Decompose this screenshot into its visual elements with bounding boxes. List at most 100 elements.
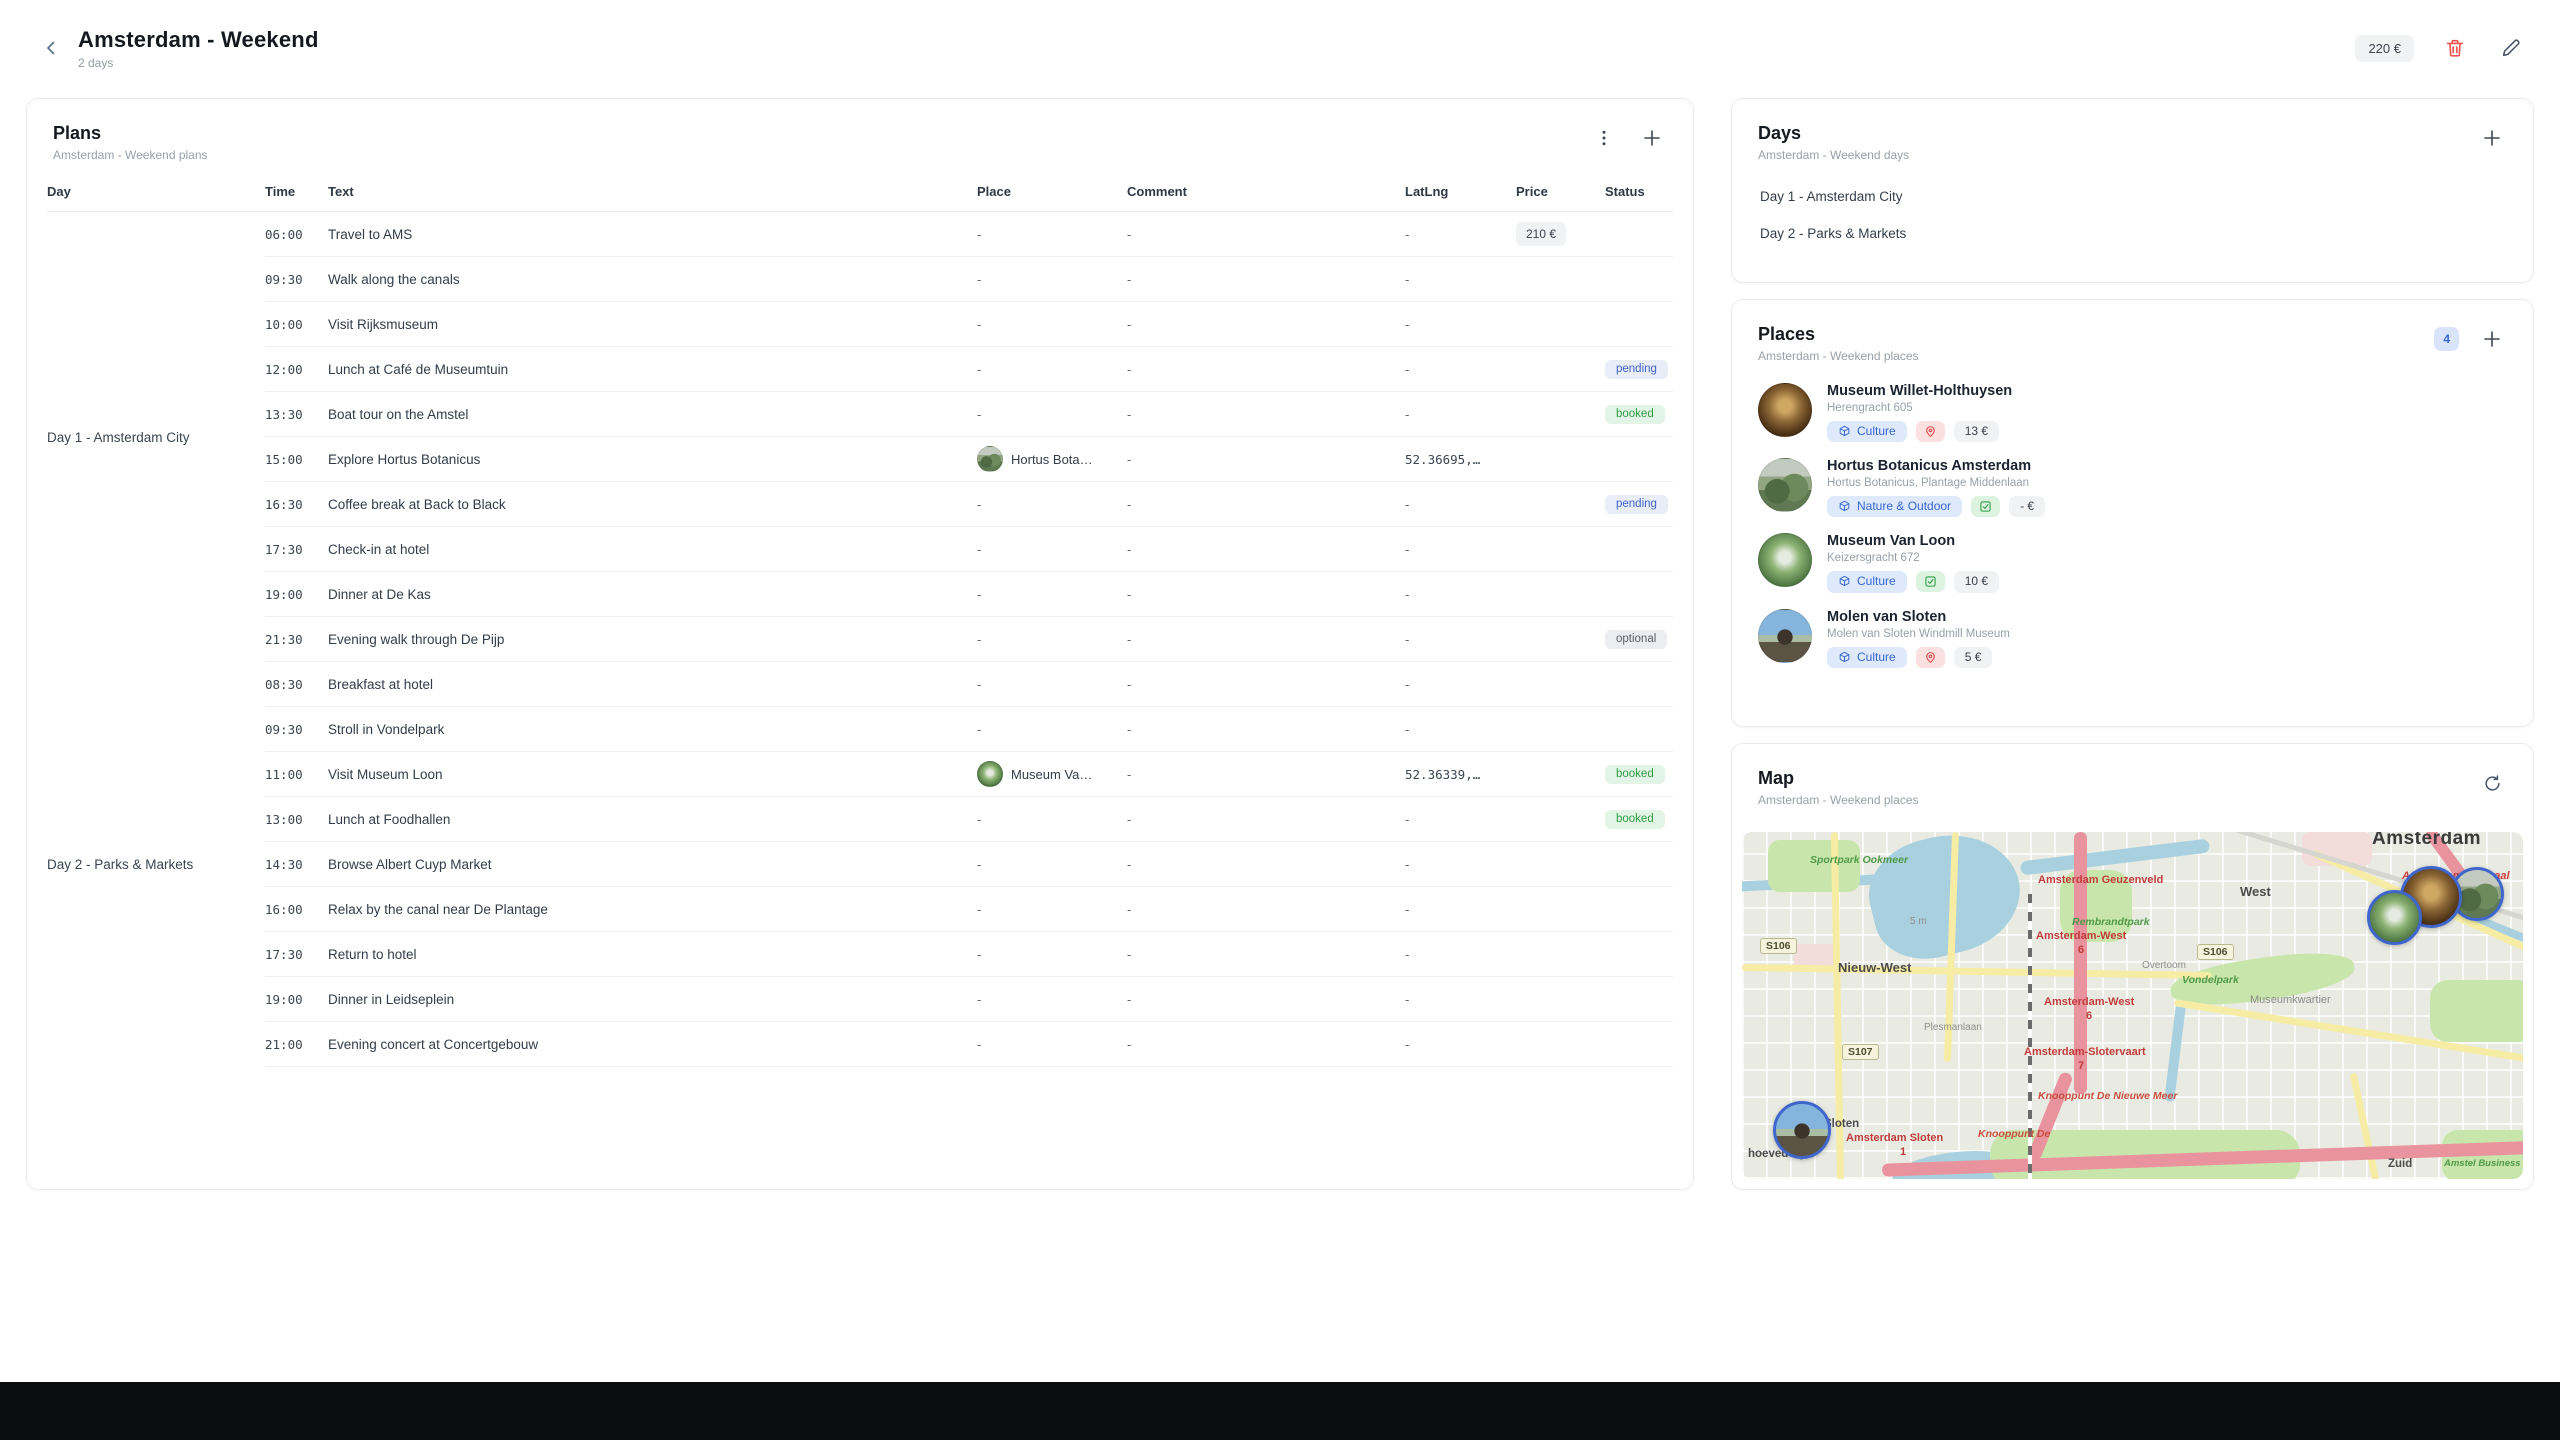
map-label: Amsterdam-West [2036,930,2126,942]
plan-latlng: 52.36339,… [1405,767,1516,782]
plans-menu-button[interactable] [1589,123,1619,153]
plan-row[interactable]: 16:00Relax by the canal near De Plantage… [265,887,1673,932]
add-plan-button[interactable] [1637,123,1667,153]
plan-text: Dinner in Leidseplein [328,992,977,1007]
map-label: 7 [2078,1060,2084,1072]
plan-row[interactable]: 19:00Dinner in Leidseplein--- [265,977,1673,1022]
map-marker-molen[interactable] [1773,1101,1831,1159]
map-label: Amsterdam Geuzenveld [2038,874,2163,886]
map-label: Amsterdam-Slotervaart [2024,1046,2146,1058]
place-list-item[interactable]: Museum Van LoonKeizersgracht 672Culture1… [1758,533,2507,592]
plan-comment: - [1127,902,1405,917]
map-label: Knooppunt De [1978,1128,2050,1140]
plan-row[interactable]: 12:00Lunch at Café de Museumtuin---pendi… [265,347,1673,392]
plan-latlng: - [1405,587,1516,602]
plan-row[interactable]: 06:00Travel to AMS---210 € [265,212,1673,257]
plan-status: pending [1605,494,1673,515]
map-water-sloterplas [1858,832,2032,970]
plan-time: 16:30 [265,497,328,512]
category-cube-icon [1838,651,1851,664]
category-badge: Culture [1827,421,1907,442]
plan-place: - [977,407,1127,422]
plan-place-empty: - [977,902,981,917]
plan-row[interactable]: 19:00Dinner at De Kas--- [265,572,1673,617]
plan-row[interactable]: 13:00Lunch at Foodhallen---booked [265,797,1673,842]
column-header-day: Day [47,184,265,199]
map-label: Amsterdam-West [2044,996,2134,1008]
map-marker-vanloon[interactable] [2367,890,2422,945]
map-label: Plesmanlaan [1924,1022,1982,1033]
place-thumbnail [977,761,1003,787]
visited-badge [1971,496,2000,517]
plan-row[interactable]: 09:30Stroll in Vondelpark--- [265,707,1673,752]
add-day-button[interactable] [2477,123,2507,153]
plan-place: Museum Va… [977,761,1127,787]
plan-row[interactable]: 17:30Return to hotel--- [265,932,1673,977]
plus-icon [2482,329,2502,349]
day-list-item-2[interactable]: Day 2 - Parks & Markets [1746,215,2519,252]
plan-latlng: - [1405,722,1516,737]
plan-comment: - [1127,992,1405,1007]
plans-subtitle: Amsterdam - Weekend plans [53,148,208,162]
plan-latlng: - [1405,902,1516,917]
plan-row[interactable]: 17:30Check-in at hotel--- [265,527,1673,572]
place-list-item[interactable]: Molen van SlotenMolen van Sloten Windmil… [1758,609,2507,668]
plan-row[interactable]: 16:30Coffee break at Back to Black---pen… [265,482,1673,527]
chevron-left-icon [43,40,59,56]
plan-row[interactable]: 14:30Browse Albert Cuyp Market--- [265,842,1673,887]
plan-text: Stroll in Vondelpark [328,722,977,737]
plan-comment: - [1127,362,1405,377]
plan-text: Walk along the canals [328,272,977,287]
plan-latlng: - [1405,992,1516,1007]
add-place-button[interactable] [2477,324,2507,354]
refresh-map-button[interactable] [2477,768,2507,798]
status-badge: booked [1605,810,1665,830]
plan-latlng: - [1405,812,1516,827]
column-header-comment: Comment [1127,184,1405,199]
plans-card: Plans Amsterdam - Weekend plans DayTimeT… [26,98,1694,1190]
map-label: 1 [1900,1146,1906,1158]
map-park [1768,840,1860,892]
map-canvas[interactable]: AmsterdamAmsterdam CentraalAmsterdam Cen… [1742,832,2523,1179]
plan-row[interactable]: 13:30Boat tour on the Amstel---booked [265,392,1673,437]
day-list-item-1[interactable]: Day 1 - Amsterdam City [1746,178,2519,215]
place-list-item[interactable]: Hortus Botanicus AmsterdamHortus Botanic… [1758,458,2507,517]
plus-icon [1642,128,1662,148]
back-button[interactable] [34,31,68,65]
map-label: West [2240,884,2271,899]
place-name: Museum Va… [1011,767,1092,782]
map-label: S107 [1842,1044,1879,1060]
category-cube-icon [1838,575,1851,588]
place-thumbnail [977,446,1003,472]
plan-place-empty: - [977,857,981,872]
edit-trip-button[interactable] [2496,33,2526,63]
places-card: Places Amsterdam - Weekend places 4 Muse… [1731,299,2534,727]
plan-place-empty: - [977,317,981,332]
map-label: Overtoom [2142,960,2186,971]
plan-row[interactable]: 09:30Walk along the canals--- [265,257,1673,302]
plan-row[interactable]: 11:00Visit Museum LoonMuseum Va…-52.3633… [265,752,1673,797]
plan-row[interactable]: 10:00Visit Rijksmuseum--- [265,302,1673,347]
plans-title: Plans [53,123,208,144]
plan-place: - [977,992,1127,1007]
plan-row[interactable]: 15:00Explore Hortus BotanicusHortus Bota… [265,437,1673,482]
plan-row[interactable]: 21:00Evening concert at Concertgebouw--- [265,1022,1673,1067]
plan-text: Breakfast at hotel [328,677,977,692]
delete-trip-button[interactable] [2440,33,2470,63]
plan-time: 21:00 [265,1037,328,1052]
map-label: 5 m [1910,916,1927,927]
map-label: Vondelpark [2182,974,2239,986]
category-badge: Culture [1827,647,1907,668]
plan-row[interactable]: 08:30Breakfast at hotel--- [265,662,1673,707]
plan-time: 13:00 [265,812,328,827]
plan-time: 14:30 [265,857,328,872]
place-list-item[interactable]: Museum Willet-HolthuysenHerengracht 605C… [1758,383,2507,442]
map-label: 6 [2078,944,2084,956]
plan-comment: - [1127,857,1405,872]
map-label: Knooppunt De Nieuwe Meer [2038,1090,2177,1102]
plan-row[interactable]: 21:30Evening walk through De Pijp---opti… [265,617,1673,662]
plan-time: 11:00 [265,767,328,782]
column-header-place: Place [977,184,1127,199]
plan-latlng: - [1405,947,1516,962]
plan-comment: - [1127,587,1405,602]
